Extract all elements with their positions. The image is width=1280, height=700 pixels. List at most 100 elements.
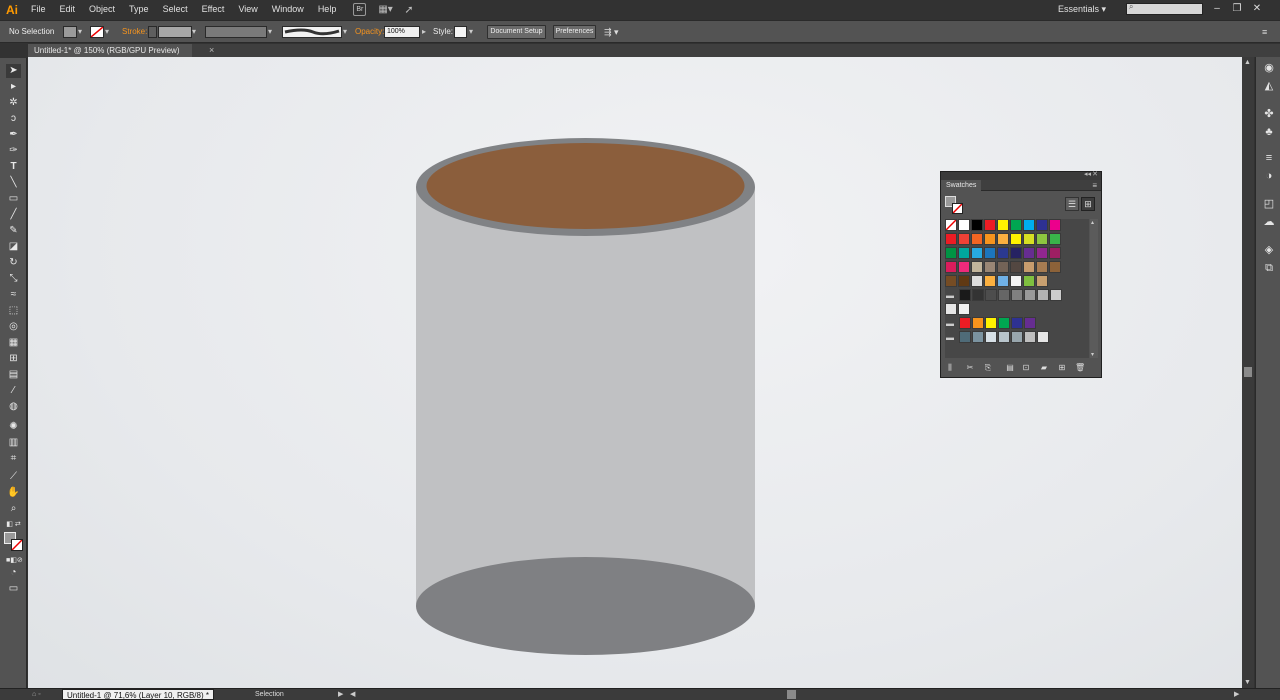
document-setup-button[interactable]: Document Setup [487, 25, 546, 39]
opacity-arrow-icon[interactable]: ▸ [422, 25, 426, 39]
hand-tool-icon[interactable]: ✋ [6, 486, 21, 500]
swatch-cell[interactable] [1036, 261, 1048, 273]
eyedropper-tool-icon[interactable]: ⁄ [6, 384, 21, 398]
swatch-cell[interactable] [972, 289, 984, 301]
minimize-button[interactable]: – [1210, 2, 1224, 16]
swatch-cell[interactable] [972, 317, 984, 329]
style-dropdown-icon[interactable]: ▾ [469, 25, 473, 39]
swatch-cell[interactable] [958, 261, 970, 273]
stroke-dropdown-icon[interactable]: ▾ [105, 25, 109, 39]
type-tool-icon[interactable]: T [6, 160, 21, 174]
swatch-cell[interactable] [945, 247, 957, 259]
stroke-label[interactable]: Stroke: [122, 25, 147, 39]
swatch-cell[interactable] [1010, 233, 1022, 245]
color-group-folder-icon[interactable]: ▬ [946, 333, 954, 342]
opacity-field[interactable]: 100% [384, 26, 420, 38]
swatch-libraries-icon[interactable]: ⫼ [945, 363, 955, 373]
direct-selection-tool-icon[interactable]: ▸ [6, 80, 21, 94]
none-swatch[interactable] [945, 219, 957, 231]
swatch-cell[interactable] [1024, 317, 1036, 329]
swatch-cell[interactable] [985, 317, 997, 329]
swatch-cell[interactable] [1049, 219, 1061, 231]
fill-dropdown-icon[interactable]: ▾ [78, 25, 82, 39]
swatches-panel[interactable]: ◂◂ ✕ Swatches ≡ ☰ ⊞ ▬ ▬ ▬ ▴ ▾ ⫼ ✂ ⎘ ▤ ⊡ ▰ … [940, 171, 1102, 378]
swatches-tab[interactable]: Swatches [941, 180, 982, 191]
swatch-cell[interactable] [1023, 233, 1035, 245]
control-menu-icon[interactable]: ≡ [1262, 25, 1267, 39]
graphic-styles-panel-icon[interactable]: ◭ [1262, 79, 1276, 93]
menu-type[interactable]: Type [122, 0, 156, 19]
swatch-cell[interactable] [1049, 233, 1061, 245]
document-tab[interactable]: Untitled-1* @ 150% (RGB/GPU Preview) [28, 44, 192, 57]
artboard-tool-icon[interactable]: ⌗ [6, 452, 21, 466]
scroll-up-icon[interactable]: ▴ [1091, 219, 1094, 226]
fill-swatch[interactable] [63, 26, 77, 38]
stroke-weight-dropdown-icon[interactable]: ▾ [192, 25, 196, 39]
swatch-cell[interactable] [984, 261, 996, 273]
swatch-kinds-icon[interactable]: ✂ [965, 363, 975, 373]
swatch-cell[interactable] [997, 233, 1009, 245]
warp-tool-icon[interactable]: ≈ [6, 288, 21, 302]
pencil-tool-icon[interactable]: ✎ [6, 224, 21, 238]
swatch-cell[interactable] [958, 233, 970, 245]
screen-mode-icon[interactable]: ▭ [6, 582, 21, 596]
swatch-cell[interactable] [1023, 247, 1035, 259]
swatch-cell[interactable] [958, 275, 970, 287]
scale-tool-icon[interactable]: ⤡ [6, 272, 21, 286]
swatch-cell[interactable] [984, 247, 996, 259]
swatch-cell[interactable] [1036, 275, 1048, 287]
swatch-cell[interactable] [984, 233, 996, 245]
color-group-icon[interactable]: ▤ [1005, 363, 1015, 373]
transparency-panel-icon[interactable]: ◰ [1262, 197, 1276, 211]
swatch-cell[interactable] [1023, 275, 1035, 287]
menu-help[interactable]: Help [311, 0, 344, 19]
maximize-button[interactable]: ❐ [1230, 2, 1244, 16]
scroll-down-icon[interactable]: ▼ [1244, 679, 1251, 686]
artboard-canvas[interactable]: ◂◂ ✕ Swatches ≡ ☰ ⊞ ▬ ▬ ▬ ▴ ▾ ⫼ ✂ ⎘ ▤ ⊡ ▰ … [28, 57, 1242, 688]
swatch-cell[interactable] [959, 331, 971, 343]
list-view-button[interactable]: ☰ [1065, 197, 1079, 211]
stroke-panel-icon[interactable]: ≡ [1262, 151, 1276, 165]
shape-builder-tool-icon[interactable]: ◎ [6, 320, 21, 334]
swatch-cell[interactable] [997, 261, 1009, 273]
swatch-cell[interactable] [971, 219, 983, 231]
menu-view[interactable]: View [231, 0, 264, 19]
arrange-icon[interactable]: ⇶ ▾ [604, 25, 619, 39]
layers-panel-icon[interactable]: ◈ [1262, 243, 1276, 257]
swatch-cell[interactable] [998, 317, 1010, 329]
swatch-cell[interactable] [985, 289, 997, 301]
artboards-panel-icon[interactable]: ⧉ [1262, 261, 1276, 275]
swatch-cell[interactable] [971, 233, 983, 245]
swatch-cell[interactable] [1037, 289, 1049, 301]
swatch-cell[interactable] [959, 317, 971, 329]
swatch-cell[interactable] [998, 289, 1010, 301]
menu-select[interactable]: Select [156, 0, 195, 19]
swatch-cell[interactable] [1036, 247, 1048, 259]
swatch-cell[interactable] [1011, 317, 1023, 329]
swatch-cell[interactable] [1024, 331, 1036, 343]
swatch-cell[interactable] [997, 219, 1009, 231]
panel-stroke-indicator[interactable] [952, 203, 963, 214]
collapse-panel-icon[interactable]: ◂◂ [1084, 170, 1091, 178]
swatch-cell[interactable] [958, 303, 970, 315]
swatch-cell[interactable] [945, 233, 957, 245]
lasso-tool-icon[interactable]: ↄ [6, 112, 21, 126]
status-next-icon[interactable]: ▶ [338, 689, 343, 700]
profile-dropdown-icon[interactable]: ▾ [268, 25, 272, 39]
zoom-tool-icon[interactable]: ⌕ [6, 502, 21, 516]
panel-header-bar[interactable]: ◂◂ ✕ [941, 170, 1101, 180]
swatch-cell[interactable] [1050, 289, 1062, 301]
document-status-field[interactable]: Untitled-1 @ 71,6% (Layer 10, RGB/8) * [62, 689, 214, 700]
swatch-cell[interactable] [1011, 331, 1023, 343]
scroll-up-icon[interactable]: ▲ [1244, 59, 1251, 66]
close-window-button[interactable]: ✕ [1250, 2, 1264, 16]
new-color-group-icon[interactable]: ▰ [1039, 363, 1049, 373]
stroke-color-box[interactable] [11, 539, 23, 551]
swatch-cell[interactable] [1037, 331, 1049, 343]
swatch-cell[interactable] [1023, 261, 1035, 273]
tab-close-icon[interactable]: × [209, 44, 214, 57]
mesh-tool-icon[interactable]: ⊞ [6, 352, 21, 366]
hscroll-left-icon[interactable]: ◀ [350, 689, 355, 700]
swatch-cell[interactable] [1011, 289, 1023, 301]
perspective-grid-tool-icon[interactable]: ▦ [6, 336, 21, 350]
